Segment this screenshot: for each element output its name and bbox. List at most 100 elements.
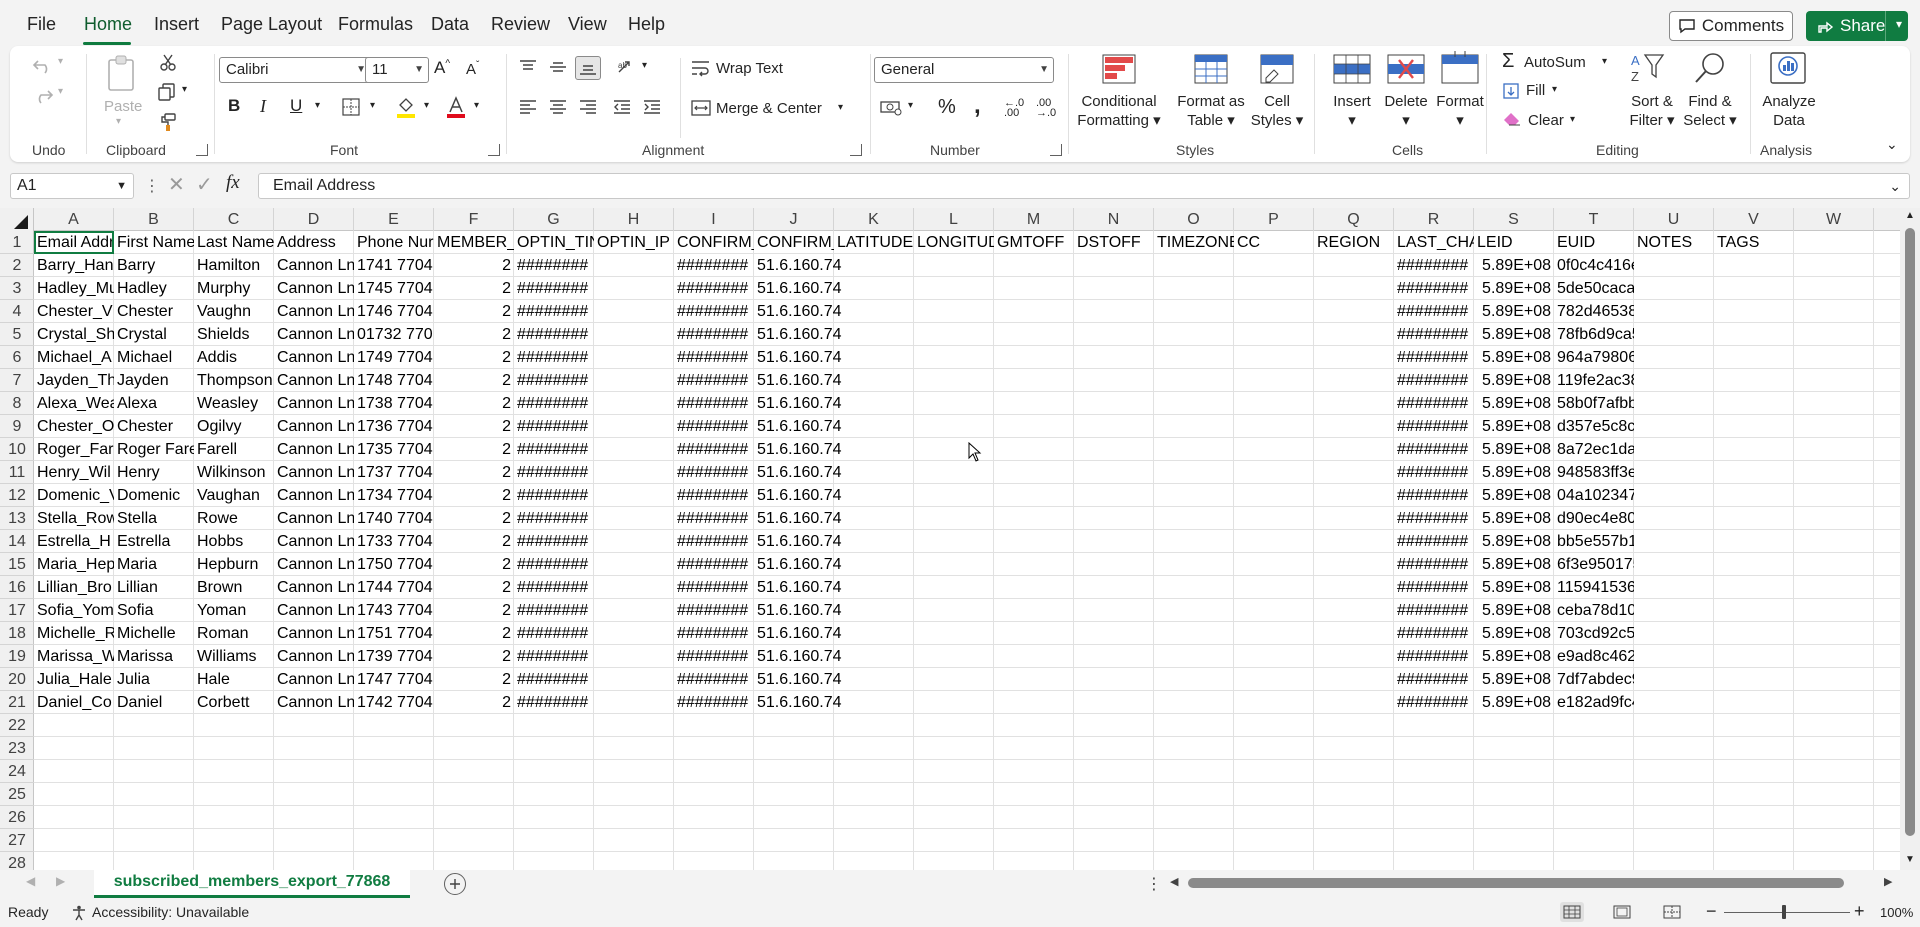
cell[interactable]: 51.6.160.74 [754,254,854,277]
cell[interactable]: 1751 7704 [354,622,434,645]
page-break-view-icon[interactable] [1660,902,1684,922]
scroll-up-icon[interactable]: ▲ [1905,210,1915,221]
alignment-launcher-icon[interactable] [850,144,862,156]
cell[interactable]: Vaughan [194,484,274,507]
cell[interactable]: 964a798063 [1554,346,1634,369]
cell[interactable]: 7df7abdec9 [1554,668,1634,691]
cell[interactable]: 51.6.160.74 [754,576,854,599]
share-chevron-down-icon[interactable]: ▾ [1896,17,1902,31]
fill-down-icon[interactable] [1502,82,1520,100]
cell[interactable]: Hadley_Mu [34,277,114,300]
cell[interactable]: Michelle_R [34,622,114,645]
cell[interactable]: 2 [434,553,514,576]
cell[interactable]: ######## [674,553,754,576]
cell[interactable]: 1739 7704 [354,645,434,668]
cell[interactable]: 1747 7704 [354,668,434,691]
row-header[interactable]: 6 [0,346,34,369]
cell[interactable]: DSTOFF [1074,231,1154,254]
cell[interactable]: GMTOFF [994,231,1074,254]
cell[interactable]: ######## [514,392,594,415]
row-header[interactable]: 15 [0,553,34,576]
cell[interactable]: Michelle [114,622,194,645]
cell[interactable]: Cannon Ln [274,484,354,507]
cell[interactable]: 51.6.160.74 [754,599,854,622]
cell[interactable]: 2 [434,323,514,346]
cell[interactable]: Cannon Ln [274,254,354,277]
cell[interactable]: 1733 7704 [354,530,434,553]
row-header[interactable]: 17 [0,599,34,622]
cell[interactable]: 1742 7704 [354,691,434,714]
cell[interactable]: ######## [1394,254,1474,277]
currency-chevron-down-icon[interactable]: ▾ [908,100,913,111]
column-header-g[interactable]: G [514,208,594,231]
row-header[interactable]: 19 [0,645,34,668]
cell[interactable]: ######## [1394,415,1474,438]
cell[interactable]: NOTES [1634,231,1714,254]
cell[interactable]: 2 [434,461,514,484]
menu-help[interactable]: Help [628,14,665,35]
cell[interactable]: TAGS [1714,231,1794,254]
cell[interactable]: 1749 7704 [354,346,434,369]
cell[interactable]: 5.89E+08 [1474,254,1554,277]
cell[interactable]: ######## [1394,438,1474,461]
cell[interactable]: d90ec4e80f [1554,507,1634,530]
cell[interactable]: ######## [1394,461,1474,484]
column-header-c[interactable]: C [194,208,274,231]
decrease-font-size-icon[interactable]: Aˇ [466,60,479,78]
column-header-n[interactable]: N [1074,208,1154,231]
horizontal-scroll-thumb[interactable] [1188,878,1844,888]
cell[interactable]: EUID [1554,231,1634,254]
cell[interactable]: 5.89E+08 [1474,346,1554,369]
cell[interactable]: 2 [434,599,514,622]
sheet-tab-active[interactable]: subscribed_members_export_77868 [94,870,410,898]
cell[interactable]: Murphy [194,277,274,300]
cell[interactable]: 2 [434,415,514,438]
borders-chevron-down-icon[interactable]: ▾ [370,100,375,111]
cell[interactable]: Daniel [114,691,194,714]
cell[interactable]: ######## [674,599,754,622]
cell[interactable]: Cannon Ln [274,392,354,415]
vertical-scroll-thumb[interactable] [1905,228,1915,836]
cell[interactable]: 1743 7704 [354,599,434,622]
row-header[interactable]: 26 [0,806,34,829]
row-header[interactable]: 5 [0,323,34,346]
cell[interactable]: Domenic_V [34,484,114,507]
tab-split-grip-icon[interactable]: ⋮ [1146,874,1162,894]
cell[interactable]: LAST_CHA [1394,231,1474,254]
cell[interactable]: Cannon Ln [274,668,354,691]
paste-chevron-down-icon[interactable]: ▾ [116,116,121,127]
autosum-chevron-down-icon[interactable]: ▾ [1602,56,1607,67]
cell[interactable]: Corbett [194,691,274,714]
cell[interactable]: Maria_Hep [34,553,114,576]
column-header-m[interactable]: M [994,208,1074,231]
comma-style-icon[interactable]: , [974,92,981,120]
autosum-icon[interactable]: Σ [1502,50,1514,73]
increase-indent-icon[interactable] [640,96,664,118]
cell[interactable]: Hepburn [194,553,274,576]
cell[interactable]: ######## [674,392,754,415]
clear-eraser-icon[interactable] [1502,110,1522,128]
cell[interactable]: Last Name [194,231,274,254]
row-header[interactable]: 27 [0,829,34,852]
cell[interactable]: 51.6.160.74 [754,438,854,461]
cell[interactable]: ######## [514,415,594,438]
format-cells-icon[interactable] [1440,48,1480,86]
zoom-slider-track[interactable] [1724,912,1850,913]
cell[interactable]: Stella_Row [34,507,114,530]
cell[interactable]: 2 [434,300,514,323]
cell[interactable]: Chester_V [34,300,114,323]
italic-icon[interactable]: I [260,96,266,117]
cell[interactable]: 5.89E+08 [1474,438,1554,461]
cell[interactable]: 5.89E+08 [1474,507,1554,530]
cell[interactable]: Roman [194,622,274,645]
cell[interactable]: 1740 7704 [354,507,434,530]
cell[interactable]: Hale [194,668,274,691]
fill-color-icon[interactable] [394,94,418,120]
delete-cells-label[interactable]: Delete ▾ [1380,92,1432,130]
row-header[interactable]: 25 [0,783,34,806]
column-header-t[interactable]: T [1554,208,1634,231]
bold-icon[interactable]: B [228,96,240,116]
menu-data[interactable]: Data [431,14,469,35]
vertical-scrollbar[interactable]: ▲ ▼ [1900,208,1920,870]
align-left-icon[interactable] [516,96,540,118]
